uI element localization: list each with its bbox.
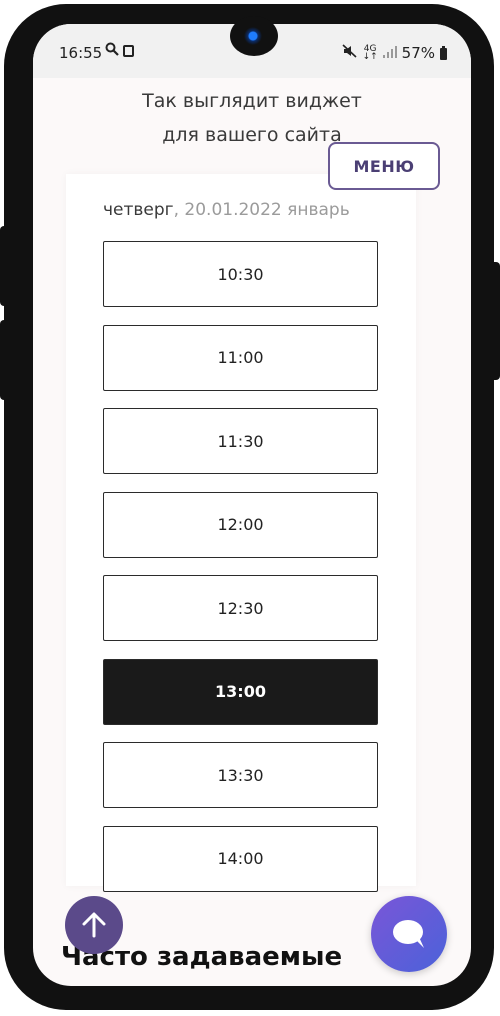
mute-icon [342,44,358,62]
time-slot-selected[interactable]: 13:00 [103,658,378,725]
status-indicators: 4G ↓↑ 57% [342,44,447,62]
time-slot[interactable]: 10:30 [103,241,378,307]
battery-percent: 57% [401,44,435,62]
scroll-to-top-button[interactable] [65,896,123,954]
menu-button[interactable]: МЕНЮ [328,142,440,190]
chat-bubble-icon [393,920,424,948]
time-slot[interactable]: 11:30 [103,408,378,474]
arrow-up-icon [82,912,106,938]
network-type: 4G ↓↑ [362,45,378,62]
time-slot[interactable]: 14:00 [103,825,378,892]
date-line: четверг, 20.01.2022 январь [103,200,350,220]
side-button-left-2 [0,320,10,400]
side-button-left-1 [0,226,10,306]
date-text: , 20.01.2022 январь [173,200,350,220]
screen: 16:55 4G ↓↑ 57% Так выглядит виджет для … [33,24,471,986]
booking-widget: четверг, 20.01.2022 январь 10:30 11:00 1… [66,174,416,892]
status-time: 16:55 [59,44,103,62]
time-slot[interactable]: 12:30 [103,575,378,641]
search-icon [105,42,119,60]
network-arrows: ↓↑ [362,52,378,62]
time-slot[interactable]: 11:00 [103,324,378,391]
time-slot[interactable]: 12:00 [103,491,378,558]
intro-line-1: Так выглядит виджет [142,90,362,112]
signal-icon [382,44,397,62]
app-notification-icon [123,45,134,57]
side-button-right [490,262,500,380]
camera-lens-icon [242,25,264,47]
chat-button[interactable] [371,896,447,972]
battery-icon [440,45,447,60]
time-slot[interactable]: 13:30 [103,742,378,808]
weekday: четверг [103,200,174,220]
time-slots: 10:30 11:00 11:30 12:00 12:30 13:00 13:3… [103,241,378,909]
